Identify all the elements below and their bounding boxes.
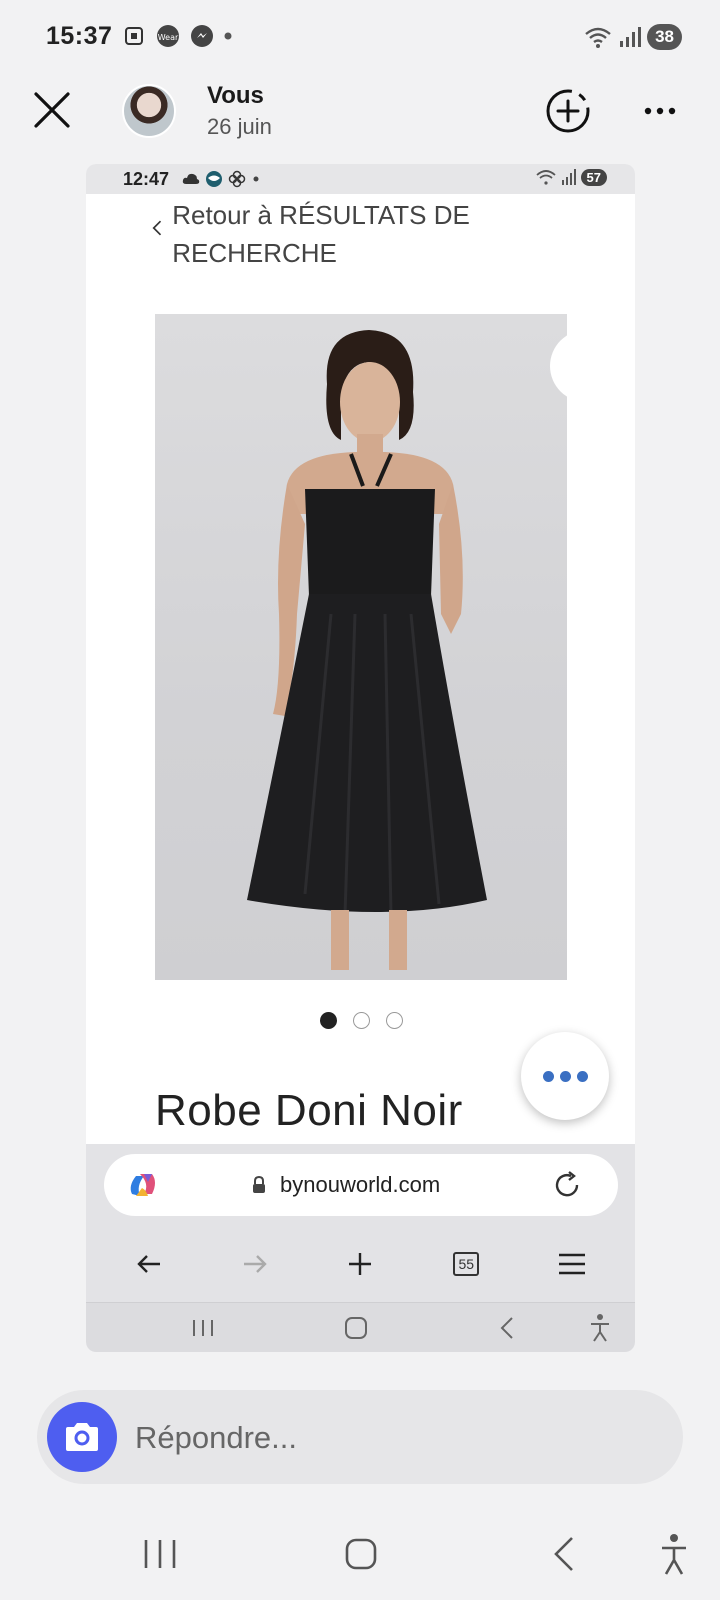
camera-icon <box>66 1423 98 1451</box>
carousel-dot[interactable] <box>320 1012 337 1029</box>
carousel-indicator[interactable] <box>320 1012 403 1029</box>
browser-nav-row: 55 <box>86 1226 635 1302</box>
product-image[interactable] <box>155 314 567 980</box>
svg-text:Wear: Wear <box>158 33 179 42</box>
more-dot-icon <box>559 1070 571 1082</box>
reload-icon[interactable] <box>552 1170 582 1200</box>
dress-model-illustration <box>247 330 487 970</box>
wifi-icon <box>535 170 556 185</box>
forward-button[interactable] <box>225 1234 285 1294</box>
status-time: 15:37 <box>46 22 113 50</box>
new-tab-button[interactable] <box>330 1234 390 1294</box>
floating-more-button[interactable] <box>521 1032 609 1120</box>
close-button[interactable] <box>32 90 72 130</box>
system-nav-icons <box>144 1534 686 1575</box>
wear-icon: Wear <box>157 25 179 47</box>
hamburger-icon <box>559 1253 586 1275</box>
arrow-left-icon <box>137 1255 160 1273</box>
menu-button[interactable] <box>542 1234 602 1294</box>
inner-system-nav <box>86 1302 635 1352</box>
carousel-dot[interactable] <box>353 1012 370 1029</box>
notification-dot-icon <box>253 176 259 182</box>
more-dot-icon <box>542 1070 554 1082</box>
notification-dot-icon <box>224 32 232 40</box>
add-circle-icon <box>546 89 590 133</box>
back-button[interactable] <box>119 1234 179 1294</box>
camera-button[interactable] <box>47 1402 117 1472</box>
back-to-results-link[interactable]: Retour à RÉSULTATS DE RECHERCHE <box>152 196 572 272</box>
system-nav-bar <box>0 1510 720 1600</box>
pinwheel-icon <box>228 170 246 188</box>
url-text: bynouworld.com <box>280 1172 441 1197</box>
more-horizontal-icon <box>644 107 676 115</box>
story-date: 26 juin <box>207 114 272 139</box>
chevron-left-icon <box>152 220 162 236</box>
wifi-icon <box>585 27 611 48</box>
inner-status-right: 57 <box>535 168 607 186</box>
arrow-right-icon <box>243 1255 267 1273</box>
lock-icon <box>253 1176 265 1193</box>
tabs-count: 55 <box>453 1252 480 1276</box>
shared-screenshot[interactable]: 12:47 57 Retour à RÉSULTATS DE RECHERCHE <box>86 164 635 1352</box>
messenger-icon <box>191 25 213 47</box>
inner-status-bar: 12:47 57 <box>86 164 635 194</box>
signal-icon <box>561 169 576 185</box>
status-icons-left: Wear <box>122 24 234 48</box>
screenshot-icon <box>125 27 143 45</box>
add-to-story-button[interactable] <box>545 88 591 134</box>
reply-bar[interactable]: Répondre... <box>37 1390 683 1484</box>
product-title: Robe Doni Noir <box>155 1086 463 1135</box>
avatar[interactable] <box>122 84 176 138</box>
globe-icon <box>206 171 222 187</box>
browser-toolbar: bynouworld.com 55 <box>86 1144 635 1302</box>
more-options-button[interactable] <box>640 96 680 126</box>
address-bar[interactable]: bynouworld.com <box>104 1154 618 1216</box>
carousel-dot[interactable] <box>386 1012 403 1029</box>
signal-icon <box>620 27 642 47</box>
reply-input[interactable]: Répondre... <box>135 1420 297 1456</box>
copilot-icon[interactable] <box>126 1168 160 1202</box>
story-username[interactable]: Vous <box>207 82 264 110</box>
inner-status-icons <box>182 170 261 188</box>
tabs-button[interactable]: 55 <box>436 1234 496 1294</box>
plus-icon <box>349 1253 372 1275</box>
back-link-label: Retour à RÉSULTATS DE RECHERCHE <box>172 200 470 268</box>
inner-status-time: 12:47 <box>123 169 170 189</box>
battery-indicator: 38 <box>647 24 682 50</box>
cloud-icon <box>182 173 200 184</box>
close-icon <box>34 92 70 128</box>
more-dot-icon <box>576 1070 588 1082</box>
inner-nav-icons <box>193 1314 609 1342</box>
status-icons-right: 38 <box>583 24 682 50</box>
inner-battery-indicator: 57 <box>580 168 607 186</box>
